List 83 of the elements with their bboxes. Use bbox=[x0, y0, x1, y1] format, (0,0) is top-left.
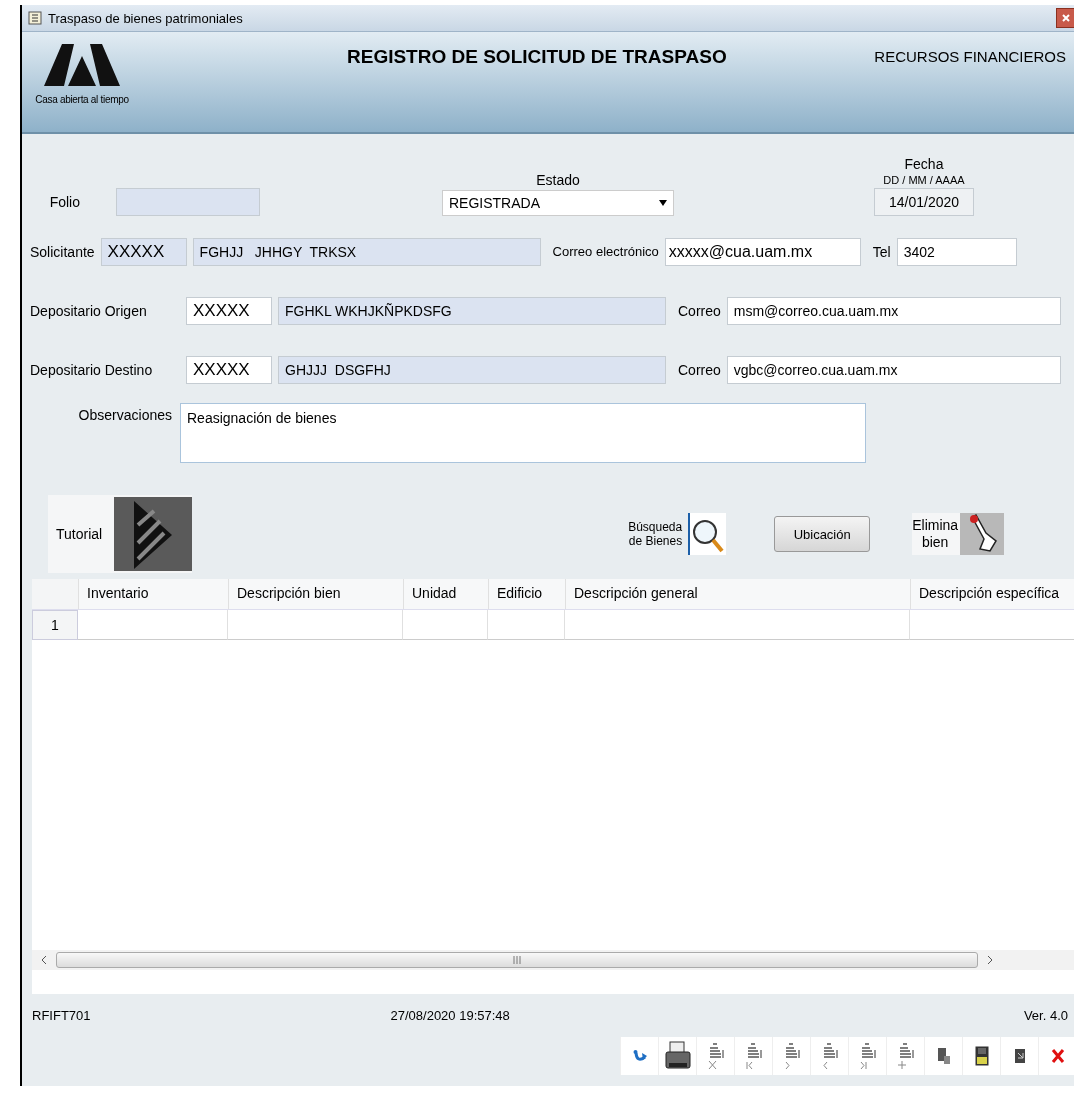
code-field[interactable]: XXXXX bbox=[100, 237, 187, 266]
scroll-left-icon bbox=[40, 955, 48, 965]
date-field[interactable]: 14/01/2020 bbox=[874, 188, 974, 216]
field-label: Solicitante bbox=[30, 243, 95, 260]
record-last-icon bbox=[858, 1042, 877, 1070]
column-header[interactable]: Descripción general bbox=[566, 579, 911, 609]
location-button[interactable]: Ubicación bbox=[774, 516, 871, 552]
exit-button[interactable] bbox=[1000, 1037, 1038, 1075]
table-cell[interactable] bbox=[403, 610, 488, 640]
table-cell[interactable] bbox=[565, 610, 910, 640]
row-number[interactable]: 1 bbox=[32, 610, 78, 640]
name-field[interactable]: FGHKL WKHJKÑPKDSFG bbox=[278, 296, 666, 325]
column-header[interactable]: Descripción específica bbox=[911, 579, 1074, 609]
code-field[interactable]: XXXXX bbox=[186, 355, 272, 384]
date-format-hint: DD / MM / AAAA bbox=[883, 174, 965, 186]
close-icon bbox=[1061, 13, 1071, 23]
email-field[interactable]: xxxxx@cua.uam.mx bbox=[664, 237, 861, 266]
status-dropdown[interactable]: REGISTRADA bbox=[442, 190, 674, 216]
table-cell[interactable] bbox=[228, 610, 403, 640]
play-icon bbox=[114, 497, 193, 571]
version-label: Ver. 4.0 bbox=[1023, 1008, 1068, 1025]
record-first-icon bbox=[744, 1042, 763, 1070]
email-field[interactable]: msm@correo.cua.uam.mx bbox=[726, 296, 1061, 325]
scrollbar-thumb[interactable] bbox=[56, 952, 978, 968]
field-label: Correo bbox=[678, 361, 721, 378]
column-header[interactable]: Edificio bbox=[489, 579, 566, 609]
exit-icon bbox=[1013, 1048, 1026, 1064]
dropdown-arrow-icon bbox=[659, 200, 667, 206]
save-button[interactable] bbox=[962, 1037, 1000, 1075]
printer-button[interactable] bbox=[658, 1037, 696, 1075]
field-label: Observaciones bbox=[77, 406, 172, 423]
field-label: Folio bbox=[48, 194, 80, 212]
copy-icon bbox=[936, 1047, 951, 1065]
tutorial-button[interactable]: Tutorial bbox=[48, 495, 193, 573]
record-next-button[interactable] bbox=[772, 1037, 810, 1075]
record-add-button[interactable] bbox=[886, 1037, 924, 1075]
notes-field[interactable]: Reasignación de bienes bbox=[180, 403, 866, 463]
column-header[interactable]: Descripción bien bbox=[229, 579, 404, 609]
save-icon bbox=[974, 1046, 989, 1066]
field-label: Fecha bbox=[904, 156, 944, 172]
timestamp: 27/08/2020 19:57:48 bbox=[390, 1008, 511, 1025]
field-label: Depositario Destino bbox=[30, 361, 154, 378]
field-label: Tel bbox=[872, 243, 891, 260]
record-add-icon bbox=[896, 1042, 915, 1070]
form-title: REGISTRO DE SOLICITUD DE TRASPASO bbox=[347, 46, 728, 68]
record-previous-icon bbox=[820, 1042, 839, 1070]
record-delete-icon bbox=[706, 1042, 725, 1070]
grip-icon bbox=[513, 956, 521, 964]
code-field[interactable]: XXXXX bbox=[186, 296, 272, 325]
field-label: Correo bbox=[678, 302, 721, 319]
refresh-button[interactable] bbox=[620, 1037, 658, 1075]
document-icon bbox=[28, 11, 42, 25]
field-label: Estado bbox=[536, 172, 580, 188]
column-header[interactable]: Unidad bbox=[404, 579, 489, 609]
name-field[interactable]: FGHJJ JHHGY TRKSX bbox=[192, 237, 541, 266]
field-label: Correo electrónico bbox=[552, 244, 659, 259]
window-title: Traspaso de bienes patrimoniales bbox=[48, 10, 244, 26]
close-icon bbox=[1050, 1048, 1065, 1064]
folio-field[interactable] bbox=[116, 188, 260, 216]
printer-icon bbox=[664, 1041, 691, 1071]
table-cell[interactable] bbox=[488, 610, 565, 640]
copy-button[interactable] bbox=[924, 1037, 962, 1075]
logo-caption: Casa abierta al tiempo bbox=[35, 94, 129, 105]
record-first-button[interactable] bbox=[734, 1037, 772, 1075]
record-last-button[interactable] bbox=[848, 1037, 886, 1075]
delete-item-button[interactable]: Elimina bien bbox=[912, 513, 1005, 555]
search-button[interactable]: Búsqueda de Bienes bbox=[622, 513, 727, 555]
form-code: RFIFT701 bbox=[32, 1008, 91, 1025]
department-label: RECURSOS FINANCIEROS bbox=[874, 48, 1066, 65]
phone-field[interactable]: 3402 bbox=[896, 237, 1017, 266]
scroll-right-icon bbox=[986, 955, 994, 965]
horizontal-scrollbar[interactable] bbox=[32, 950, 1074, 970]
logo-icon bbox=[42, 42, 122, 88]
close-button[interactable] bbox=[1056, 8, 1074, 28]
name-field[interactable]: GHJJJ DSGFHJ bbox=[278, 355, 666, 384]
table-cell[interactable] bbox=[78, 610, 228, 640]
field-label: Depositario Origen bbox=[30, 302, 148, 319]
hand-pointer-icon bbox=[960, 513, 1005, 555]
record-previous-button[interactable] bbox=[810, 1037, 848, 1075]
column-header[interactable]: Inventario bbox=[79, 579, 229, 609]
email-field[interactable]: vgbc@correo.cua.uam.mx bbox=[726, 355, 1061, 384]
search-icon bbox=[688, 513, 727, 555]
record-delete-button[interactable] bbox=[696, 1037, 734, 1075]
